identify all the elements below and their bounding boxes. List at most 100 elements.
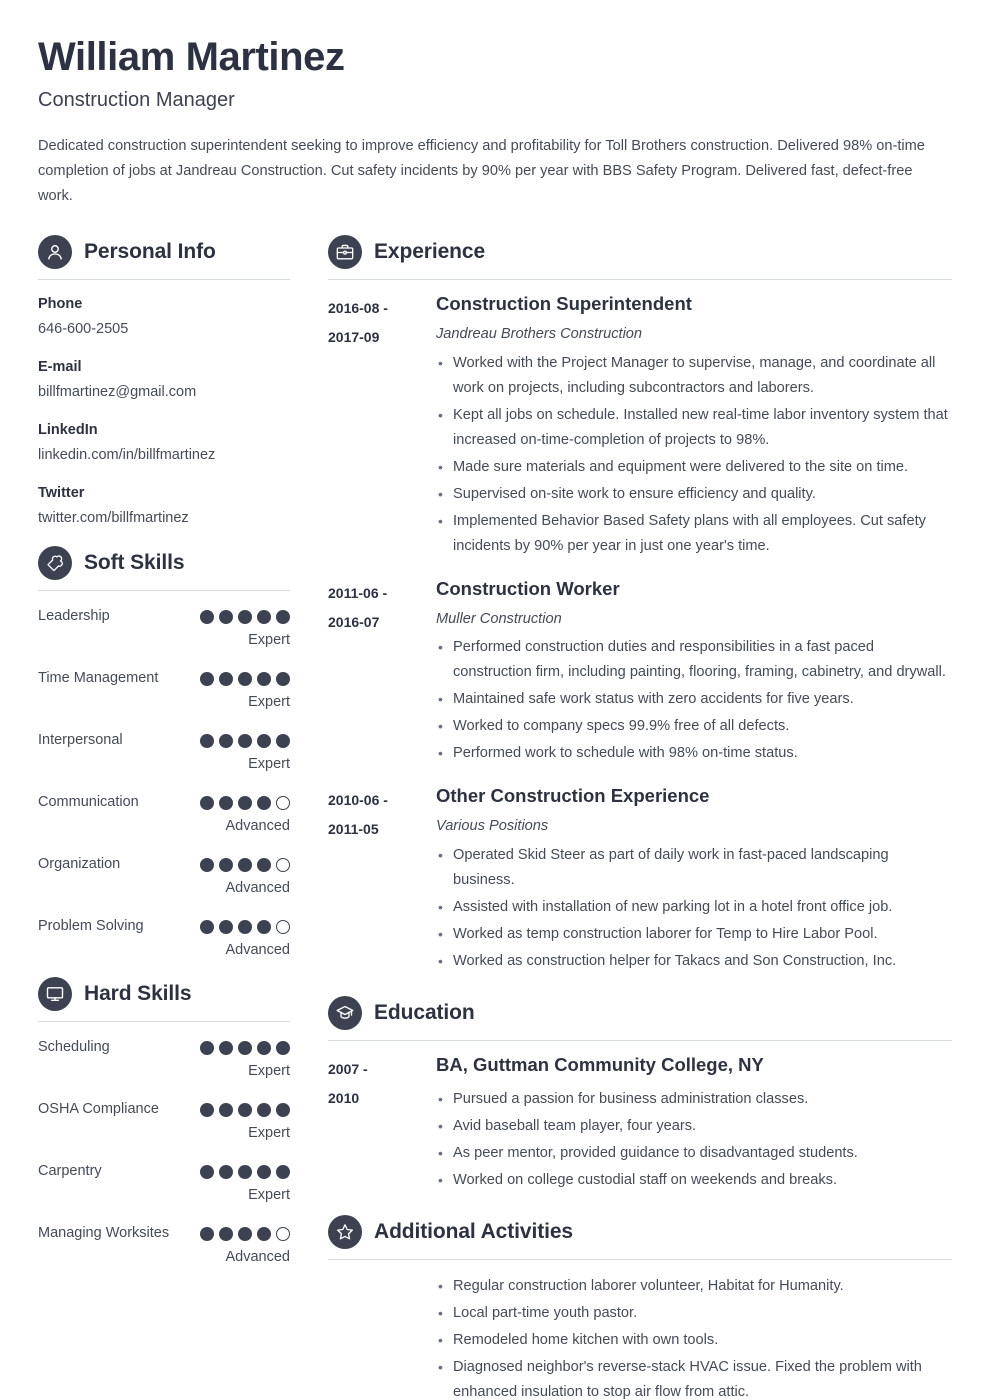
bullet-item: Performed work to schedule with 98% on-t… [436, 741, 952, 766]
entry-date-spacer [328, 1272, 436, 1400]
bullet-item: Worked as construction helper for Takacs… [436, 949, 952, 974]
skill-item: Time Management Expert [38, 667, 290, 713]
entry-title: Other Construction Experience [436, 785, 710, 807]
skill-level: Expert [248, 694, 290, 711]
section-education: Education 2007 - 2010 BA, Guttman Commun… [328, 995, 952, 1193]
entry-bullets: Operated Skid Steer as part of daily wor… [436, 843, 952, 974]
bullet-item: Maintained safe work status with zero ac… [436, 687, 952, 712]
person-icon [38, 235, 72, 270]
skill-level: Expert [248, 1125, 290, 1142]
skill-item: Problem Solving Advanced [38, 915, 290, 961]
entry-bullets: Worked with the Project Manager to super… [436, 351, 952, 559]
section-header: Additional Activities [328, 1214, 952, 1259]
entry-bullets: Regular construction laborer volunteer, … [436, 1274, 952, 1400]
section-title: Personal Info [84, 240, 216, 264]
date-end: 2016-07 [328, 613, 380, 630]
info-value[interactable]: linkedin.com/in/billfmartinez [38, 444, 290, 467]
section-soft-skills: Soft Skills Leadership Expert Time Manag… [38, 546, 290, 961]
skill-level: Expert [248, 632, 290, 649]
skill-item: Organization Advanced [38, 853, 290, 899]
info-value[interactable]: billfmartinez@gmail.com [38, 381, 290, 404]
star-icon [328, 1214, 362, 1249]
activities-entries: Regular construction laborer volunteer, … [328, 1260, 952, 1400]
section-personal-info: Personal Info Phone 646-600-2505 E-mail … [38, 235, 290, 530]
experience-entry: 2010-06 - 2011-05 Other Construction Exp… [328, 784, 952, 973]
hard-skills-list: Scheduling Expert OSHA Compliance Expert… [38, 1022, 290, 1268]
resume-header: William Martinez Construction Manager De… [38, 34, 952, 211]
skill-name: Communication [38, 794, 139, 811]
skill-rating-dots [200, 605, 290, 625]
activities-entry: Regular construction laborer volunteer, … [328, 1272, 952, 1400]
skill-rating-dots [200, 853, 290, 873]
entry-bullets: Pursued a passion for business administr… [436, 1087, 952, 1193]
skill-level: Advanced [225, 880, 291, 897]
entry-title: Construction Superintendent [436, 293, 692, 315]
section-header: Hard Skills [38, 977, 290, 1021]
bullet-item: Regular construction laborer volunteer, … [436, 1274, 952, 1299]
skill-level: Advanced [225, 818, 291, 835]
skill-item: Interpersonal Expert [38, 729, 290, 775]
briefcase-icon [328, 235, 362, 270]
experience-entries: 2016-08 - 2017-09 Construction Superinte… [328, 280, 952, 973]
skill-rating-dots [200, 1036, 290, 1056]
entry-company: Various Positions [436, 818, 549, 835]
skill-item: Scheduling Expert [38, 1036, 290, 1082]
bullet-item: Avid baseball team player, four years. [436, 1114, 952, 1139]
info-value[interactable]: twitter.com/billfmartinez [38, 507, 290, 530]
date-end: 2011-05 [328, 821, 379, 838]
experience-entry: 2011-06 - 2016-07 Construction Worker Mu… [328, 577, 952, 766]
puzzle-heart-icon [38, 546, 72, 581]
section-title: Soft Skills [84, 551, 185, 575]
skill-name: Carpentry [38, 1163, 102, 1180]
skill-name: Time Management [38, 670, 159, 687]
section-header: Personal Info [38, 235, 290, 279]
skill-item: Communication Advanced [38, 791, 290, 837]
section-experience: Experience 2016-08 - 2017-09 Constructio… [328, 235, 952, 974]
section-header: Education [328, 995, 952, 1040]
skill-item: Carpentry Expert [38, 1160, 290, 1206]
info-label: LinkedIn [38, 422, 98, 439]
education-entry: 2007 - 2010 BA, Guttman Community Colleg… [328, 1053, 952, 1193]
bullet-item: Kept all jobs on schedule. Installed new… [436, 403, 952, 453]
resume-page: William Martinez Construction Manager De… [0, 0, 990, 1400]
entry-date-range: 2007 - 2010 [328, 1053, 436, 1193]
date-start: 2016-08 - [328, 300, 388, 317]
date-end: 2017-09 [328, 329, 380, 346]
graduation-cap-icon [328, 995, 362, 1030]
skill-rating-dots [200, 1160, 290, 1180]
skill-rating-dots [200, 1222, 290, 1242]
section-additional-activities: Additional Activities Regular constructi… [328, 1214, 952, 1400]
entry-degree: BA, Guttman Community College, NY [436, 1053, 764, 1075]
bullet-item: Worked on college custodial staff on wee… [436, 1168, 952, 1193]
skill-item: OSHA Compliance Expert [38, 1098, 290, 1144]
personal-info-item-linkedin: LinkedIn linkedin.com/in/billfmartinez [38, 420, 290, 467]
date-end: 2010 [328, 1089, 360, 1106]
skill-name: OSHA Compliance [38, 1101, 159, 1118]
date-start: 2010-06 - [328, 792, 388, 809]
skill-rating-dots [200, 667, 290, 687]
bullet-item: Worked to company specs 99.9% free of al… [436, 714, 952, 739]
section-title: Additional Activities [374, 1219, 573, 1243]
bullet-item: Made sure materials and equipment were d… [436, 455, 952, 480]
bullet-item: Assisted with installation of new parkin… [436, 895, 952, 920]
skill-name: Scheduling [38, 1039, 110, 1056]
date-start: 2007 - [328, 1060, 368, 1077]
entry-company: Muller Construction [436, 610, 562, 627]
entry-date-range: 2011-06 - 2016-07 [328, 577, 436, 766]
candidate-job-title: Construction Manager [38, 89, 235, 112]
education-entries: 2007 - 2010 BA, Guttman Community Colleg… [328, 1041, 952, 1193]
bullet-item: Worked with the Project Manager to super… [436, 351, 952, 401]
skill-rating-dots [200, 1098, 290, 1118]
candidate-name: William Martinez [38, 35, 345, 79]
bullet-item: Implemented Behavior Based Safety plans … [436, 509, 952, 559]
skill-level: Advanced [225, 942, 291, 959]
soft-skills-list: Leadership Expert Time Management Expert… [38, 591, 290, 961]
bullet-item: As peer mentor, provided guidance to dis… [436, 1141, 952, 1166]
section-title: Hard Skills [84, 982, 192, 1006]
personal-info-list: Phone 646-600-2505 E-mail billfmartinez@… [38, 280, 290, 530]
personal-info-item-twitter: Twitter twitter.com/billfmartinez [38, 483, 290, 530]
bullet-item: Performed construction duties and respon… [436, 635, 952, 685]
monitor-icon [38, 977, 72, 1012]
bullet-item: Local part-time youth pastor. [436, 1301, 952, 1326]
bullet-item: Diagnosed neighbor's reverse-stack HVAC … [436, 1355, 952, 1400]
